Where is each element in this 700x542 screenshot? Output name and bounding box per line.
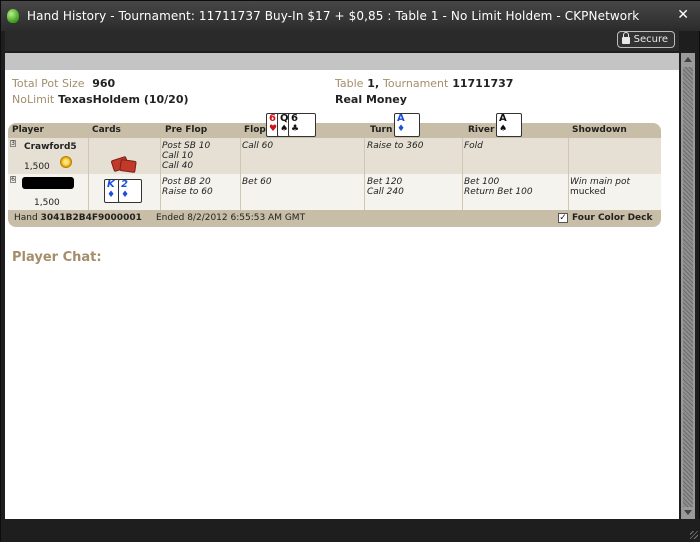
facedown-card-icon [119,158,137,174]
hand-summary: Total Pot Size 960 Table 1, Tournament 1… [12,77,672,109]
column-divider [568,174,569,210]
table-footer: Hand 3041B2B4F9000001 Ended 8/2/2012 6:5… [8,210,661,227]
redacted-player-name [22,177,74,189]
lock-icon [621,32,630,44]
tournament-value: 11711737 [452,77,514,90]
title-bar[interactable]: Hand History - Tournament: 11711737 Buy-… [1,1,700,31]
column-divider [462,138,463,174]
address-bar: Secure [5,31,679,51]
player-chat-label: Player Chat: [12,250,102,265]
table-row: 6 1,500 K ♦ 2 ♦ Post BB 20 Raise to 60 Bet … [8,174,661,210]
flop-actions: Bet 60 [242,177,272,187]
vertical-scrollbar[interactable] [681,53,695,519]
preflop-actions: Post SB 10 Call 10 Call 40 [162,141,211,171]
column-divider [364,174,365,210]
money-type: Real Money [335,93,407,106]
window-title: Hand History - Tournament: 11711737 Buy-… [27,9,640,23]
hole-card: 2 ♦ [118,179,142,203]
hand-id: Hand 3041B2B4F9000001 [14,213,142,223]
scroll-up-icon[interactable] [684,57,692,62]
column-divider [160,174,161,210]
pot-label: Total Pot Size [12,77,85,90]
app-logo-icon [7,9,19,23]
column-divider [88,138,89,174]
resize-grip-icon[interactable] [690,531,698,539]
header-band [5,53,679,70]
flop-actions: Call 60 [242,141,274,151]
column-divider [240,138,241,174]
player-name: Crawford5 [24,142,77,152]
seat-number: 3 [10,140,16,147]
turn-actions: Bet 120 Call 240 [367,177,404,197]
close-icon[interactable]: ✕ [677,7,689,23]
scroll-track[interactable] [683,67,693,507]
table-row: 3 Crawford5 1,500 Post SB 10 Call 10 Call … [8,138,661,174]
col-player: Player [12,125,44,135]
column-divider [88,174,89,210]
col-turn: Turn [370,125,393,135]
preflop-actions: Post BB 20 Raise to 60 [162,177,213,197]
table-header: Player Cards Pre Flop Flop Turn River Sh… [8,113,661,138]
col-preflop: Pre Flop [165,125,208,135]
four-color-label: Four Color Deck [572,213,653,223]
seat-number: 6 [10,176,16,183]
column-divider [240,174,241,210]
hand-ended: Ended 8/2/2012 6:55:53 AM GMT [156,213,306,223]
content-area: Total Pot Size 960 Table 1, Tournament 1… [5,53,679,519]
column-divider [568,138,569,174]
hand-table: Player Cards Pre Flop Flop Turn River Sh… [8,113,661,227]
turn-actions: Raise to 360 [367,141,424,151]
river-actions: Bet 100 Return Bet 100 [464,177,533,197]
player-chips: 1,500 [24,162,50,172]
table-value: 1, [367,77,380,90]
col-river: River [468,125,495,135]
secure-badge[interactable]: Secure [616,31,675,48]
dealer-button-icon [60,156,72,168]
table-label: Table [335,77,364,90]
game-blinds: (10/20) [143,93,189,106]
showdown-result: Win main pot mucked [570,177,631,197]
scroll-down-icon[interactable] [684,510,692,515]
flop-card: 6 ♣ [288,113,316,137]
col-showdown: Showdown [572,125,627,135]
column-divider [364,138,365,174]
four-color-checkbox[interactable]: ✓ [558,213,568,223]
secure-label: Secure [633,34,668,45]
col-cards: Cards [92,125,121,135]
pot-value: 960 [92,77,116,90]
status-bar [1,519,700,542]
river-card: A ♠ [496,113,522,137]
tournament-label: Tournament [382,77,449,90]
col-flop: Flop [244,125,266,135]
player-chips: 1,500 [34,198,60,208]
game-prefix: NoLimit [12,93,55,106]
column-divider [462,174,463,210]
game-name: TexasHoldem [58,93,140,106]
hand-history-window: Hand History - Tournament: 11711737 Buy-… [0,0,700,542]
river-actions: Fold [464,141,483,151]
turn-card: A ♦ [394,113,420,137]
column-divider [160,138,161,174]
